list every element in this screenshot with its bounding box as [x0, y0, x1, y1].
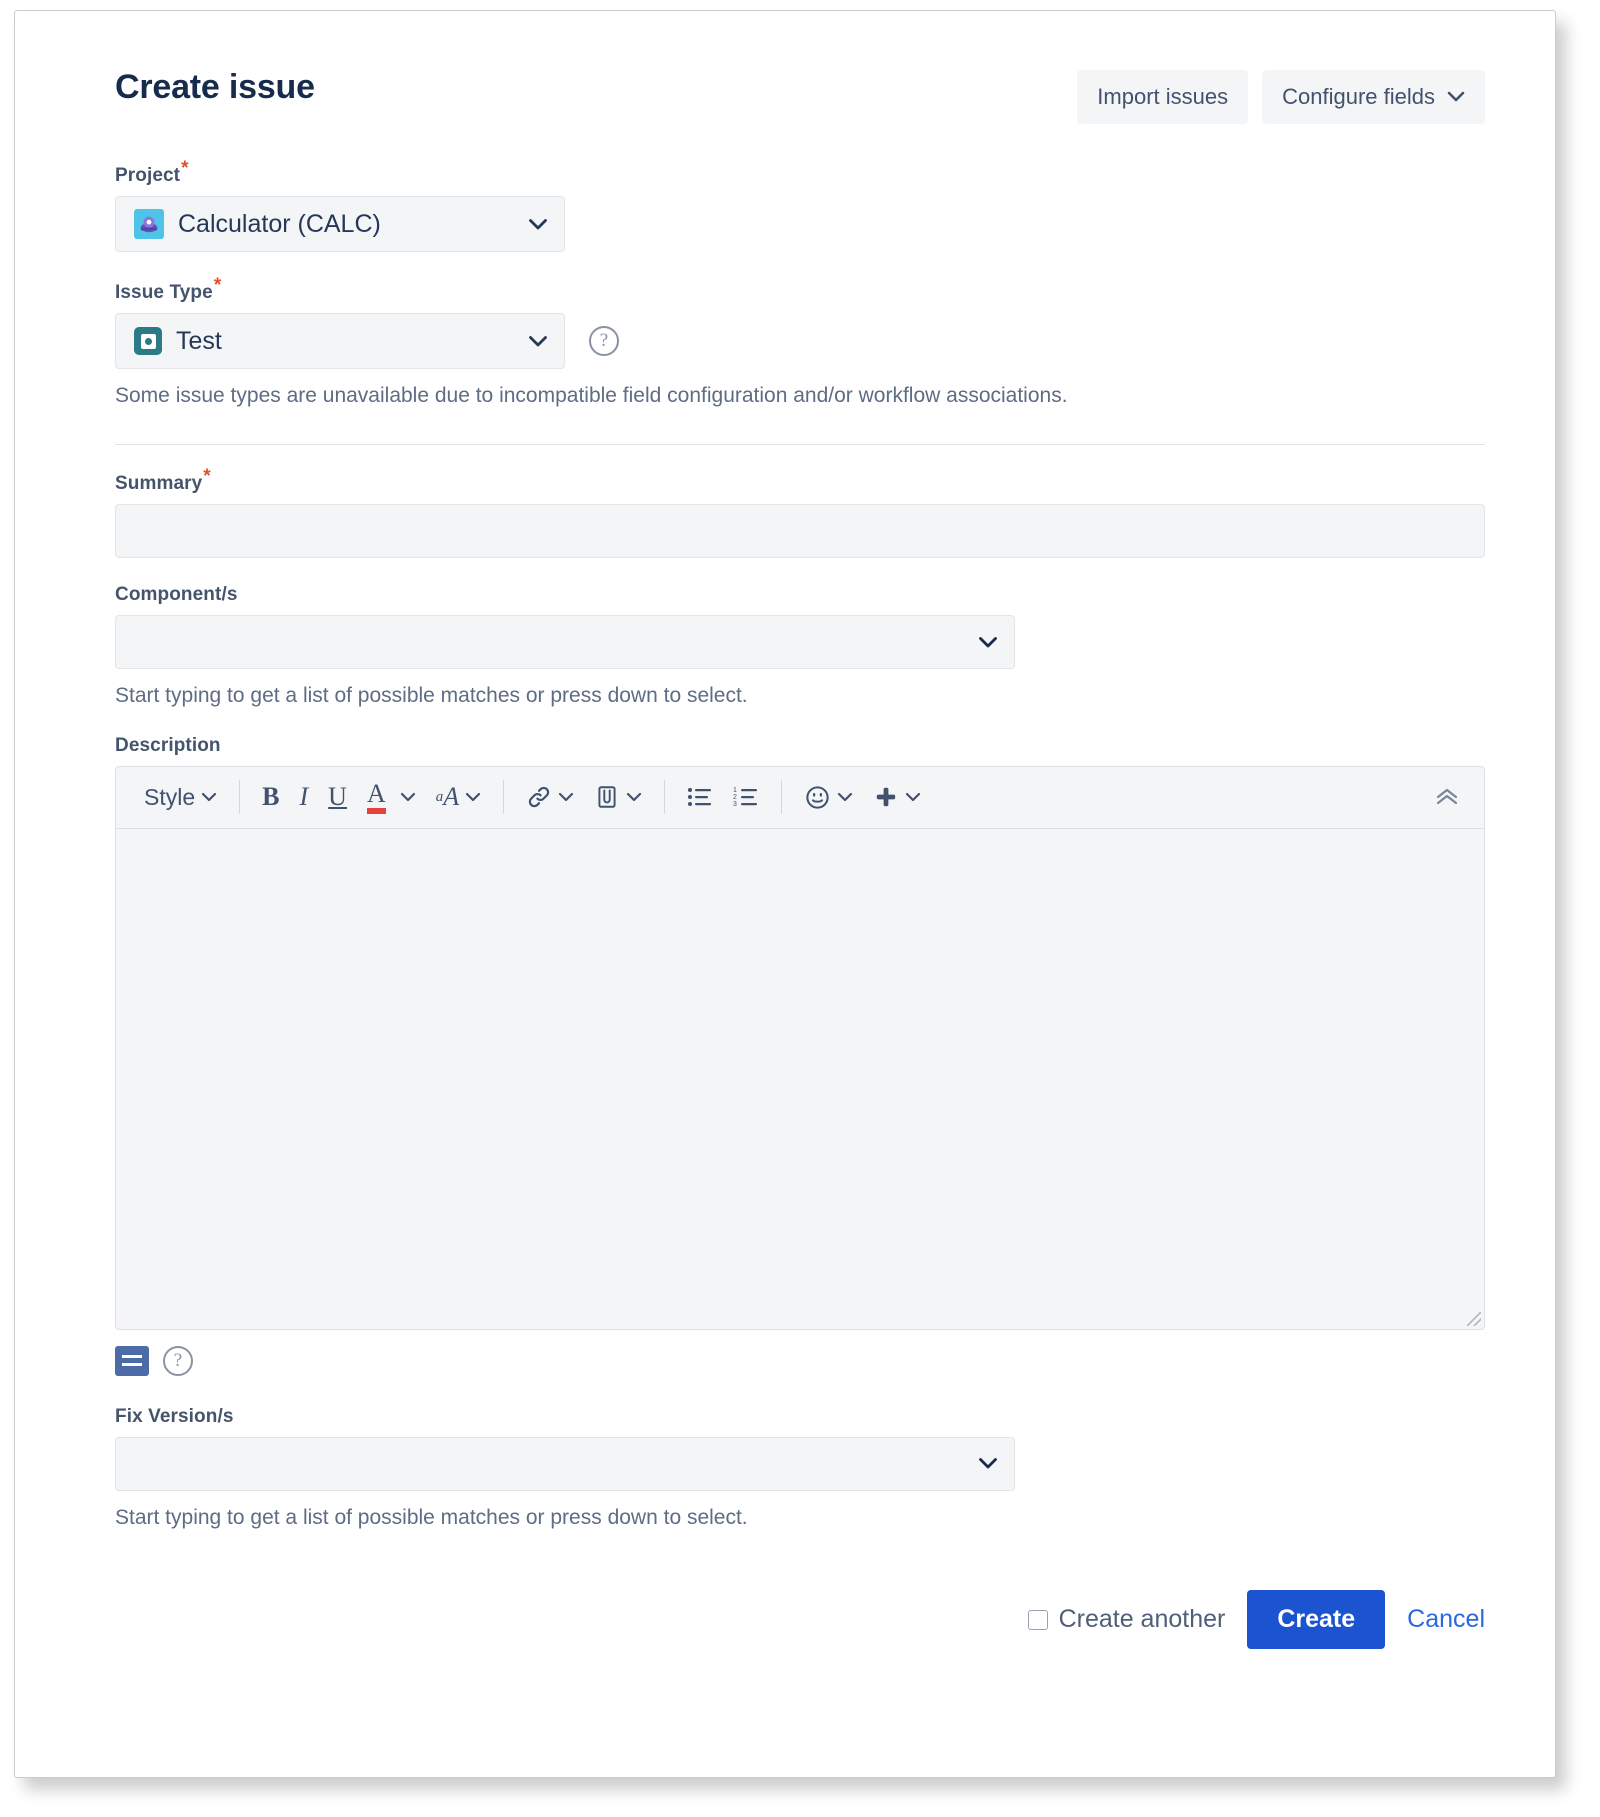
paperclip-icon [594, 784, 620, 810]
visual-text-mode-icon[interactable] [115, 1346, 149, 1376]
style-dropdown[interactable]: Style [134, 778, 227, 817]
project-label-text: Project [115, 165, 180, 186]
import-issues-label: Import issues [1097, 86, 1228, 108]
description-textarea[interactable] [116, 829, 1484, 1329]
text-highlight-button[interactable]: aA [426, 778, 491, 816]
page-title: Create issue [115, 67, 315, 107]
link-button[interactable] [516, 778, 584, 816]
emoji-button[interactable] [794, 778, 863, 817]
chevron-down-icon [978, 1457, 998, 1470]
project-field: Project* Calculator (CALC) [115, 165, 1485, 252]
components-field: Component/s Start typing to get a list o… [115, 584, 1485, 710]
svg-text:2: 2 [733, 794, 737, 801]
editor-footer: ? [115, 1346, 1485, 1376]
test-issue-type-icon [134, 327, 162, 355]
underline-button[interactable]: U [318, 778, 357, 816]
toolbar-separator [781, 780, 782, 814]
issue-type-note: Some issue types are unavailable due to … [115, 381, 1485, 410]
components-label: Component/s [115, 584, 1485, 606]
configure-fields-button[interactable]: Configure fields [1262, 70, 1485, 124]
question-circle-icon[interactable]: ? [163, 1346, 193, 1376]
dialog-header: Create issue Import issues Configure fie… [115, 67, 1485, 131]
project-value: Calculator (CALC) [178, 210, 528, 239]
style-dropdown-label: Style [144, 784, 195, 811]
fix-versions-hint: Start typing to get a list of possible m… [115, 1503, 1485, 1532]
bold-button[interactable]: B [252, 778, 289, 816]
link-icon [526, 784, 552, 810]
create-another-checkbox[interactable]: Create another [1028, 1605, 1226, 1634]
create-button-label: Create [1277, 1605, 1355, 1633]
toolbar-separator [664, 780, 665, 814]
question-circle-icon[interactable]: ? [589, 326, 619, 356]
svg-text:1: 1 [733, 787, 737, 794]
fix-versions-field: Fix Version/s Start typing to get a list… [115, 1406, 1485, 1532]
editor-toolbar: Style B I U A aA [116, 767, 1484, 829]
cancel-link[interactable]: Cancel [1407, 1605, 1485, 1634]
summary-field: Summary* [115, 473, 1485, 558]
header-actions: Import issues Configure fields [1077, 70, 1485, 124]
attachment-button[interactable] [584, 778, 652, 816]
issue-type-value: Test [176, 327, 528, 356]
project-avatar-icon [134, 209, 164, 239]
project-label: Project* [115, 165, 1485, 187]
chevron-down-icon [528, 335, 548, 348]
emoji-icon [804, 784, 831, 811]
description-field: Description Style B I U A [115, 735, 1485, 1376]
issue-type-label: Issue Type* [115, 282, 1485, 304]
insert-more-button[interactable] [863, 778, 931, 816]
issue-type-label-text: Issue Type [115, 282, 213, 303]
numbered-list-button[interactable]: 1 2 3 [723, 780, 769, 814]
fix-versions-select[interactable] [115, 1437, 1015, 1491]
components-select[interactable] [115, 615, 1015, 669]
bullet-list-icon [687, 786, 713, 808]
toolbar-separator [239, 780, 240, 814]
create-issue-dialog: Create issue Import issues Configure fie… [15, 11, 1555, 1777]
toolbar-separator [503, 780, 504, 814]
text-color-button[interactable]: A [357, 775, 426, 820]
issue-type-field: Issue Type* Test ? Some issue types are … [115, 282, 1485, 410]
create-button[interactable]: Create [1247, 1590, 1385, 1649]
bullet-list-button[interactable] [677, 780, 723, 814]
checkbox-box-icon[interactable] [1028, 1610, 1048, 1630]
summary-label: Summary* [115, 473, 1485, 495]
create-another-label: Create another [1059, 1605, 1226, 1634]
chevron-down-icon [1447, 91, 1465, 103]
section-divider [115, 444, 1485, 445]
required-asterisk: * [214, 275, 222, 296]
import-issues-button[interactable]: Import issues [1077, 70, 1248, 124]
description-editor: Style B I U A aA [115, 766, 1485, 1330]
resize-handle-icon[interactable] [1467, 1312, 1481, 1326]
chevrons-up-icon [1434, 787, 1460, 807]
project-select[interactable]: Calculator (CALC) [115, 196, 565, 252]
required-asterisk: * [181, 158, 189, 179]
configure-fields-label: Configure fields [1282, 86, 1435, 108]
required-asterisk: * [203, 466, 211, 487]
dialog-footer: Create another Create Cancel [115, 1590, 1485, 1689]
description-label: Description [115, 735, 1485, 757]
svg-text:3: 3 [733, 801, 737, 808]
issue-type-row: Test ? [115, 313, 1485, 369]
plus-icon [873, 784, 899, 810]
chevron-down-icon [528, 218, 548, 231]
fix-versions-label: Fix Version/s [115, 1406, 1485, 1428]
collapse-toolbar-button[interactable] [1424, 781, 1470, 813]
create-issue-dialog-frame: Create issue Import issues Configure fie… [14, 10, 1556, 1778]
summary-label-text: Summary [115, 473, 202, 494]
components-hint: Start typing to get a list of possible m… [115, 681, 1485, 710]
italic-button[interactable]: I [289, 778, 318, 816]
summary-input[interactable] [115, 504, 1485, 558]
numbered-list-icon: 1 2 3 [733, 786, 759, 808]
issue-type-select[interactable]: Test [115, 313, 565, 369]
chevron-down-icon [978, 636, 998, 649]
